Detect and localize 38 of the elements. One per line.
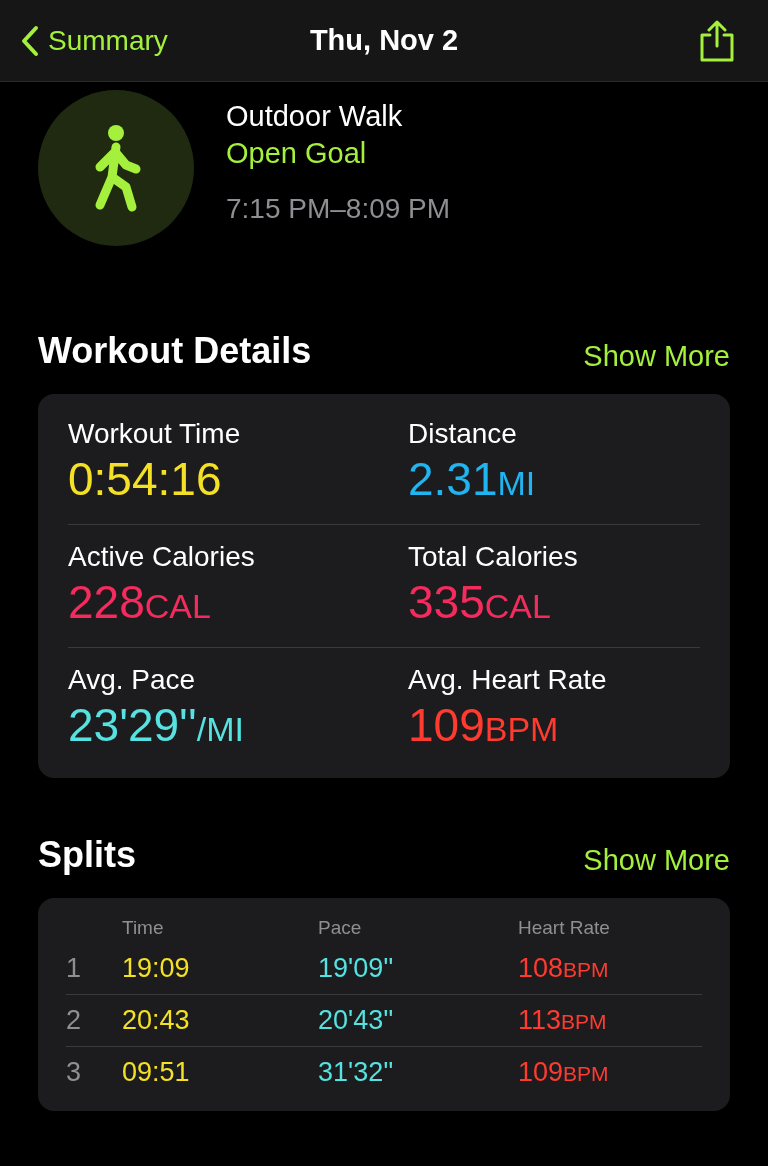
split-time: 20:43 — [122, 1003, 191, 1037]
metric-value: 2.31MI — [408, 452, 537, 507]
split-pace: 31'32'' — [318, 1056, 395, 1090]
split-heart-rate: 109BPM — [518, 1056, 610, 1090]
metric-label: Active Calories — [68, 540, 256, 574]
metric-value: 0:54:16 — [68, 452, 223, 506]
metric-value: 23'29''/MI — [68, 698, 245, 753]
show-more-link[interactable]: Show More — [583, 838, 730, 882]
metric-label: Workout Time — [68, 417, 242, 451]
metric-value: 335CAL — [408, 575, 552, 630]
split-time: 09:51 — [122, 1056, 191, 1090]
column-header: Time — [122, 916, 165, 940]
split-index: 3 — [66, 1056, 83, 1090]
nav-title: Thu, Nov 2 — [309, 22, 459, 58]
metric-value: 109BPM — [408, 698, 560, 753]
split-index: 2 — [66, 1003, 83, 1037]
metric-label: Distance — [408, 417, 518, 451]
share-icon[interactable] — [698, 19, 736, 62]
chevron-left-icon — [20, 24, 40, 57]
split-index: 1 — [66, 951, 83, 985]
section-title: Workout Details — [38, 329, 312, 373]
split-time: 19:09 — [122, 951, 191, 985]
split-heart-rate: 113BPM — [518, 1003, 608, 1037]
split-pace: 19'09'' — [318, 951, 395, 985]
section-title: Splits — [38, 833, 136, 877]
workout-name: Outdoor Walk — [226, 99, 404, 134]
back-button[interactable]: Summary — [20, 19, 168, 62]
metric-label: Total Calories — [408, 540, 579, 574]
column-header: Pace — [318, 916, 363, 940]
split-pace: 20'43'' — [318, 1003, 395, 1037]
metric-label: Avg. Pace — [68, 663, 197, 697]
metric-label: Avg. Heart Rate — [408, 663, 608, 697]
metric-value: 228CAL — [68, 575, 212, 630]
split-heart-rate: 108BPM — [518, 951, 610, 985]
show-more-link[interactable]: Show More — [583, 334, 730, 378]
workout-goal: Open Goal — [226, 136, 368, 171]
column-header: Heart Rate — [518, 916, 611, 940]
time-range: 7:15 PM–8:09 PM — [226, 192, 451, 226]
